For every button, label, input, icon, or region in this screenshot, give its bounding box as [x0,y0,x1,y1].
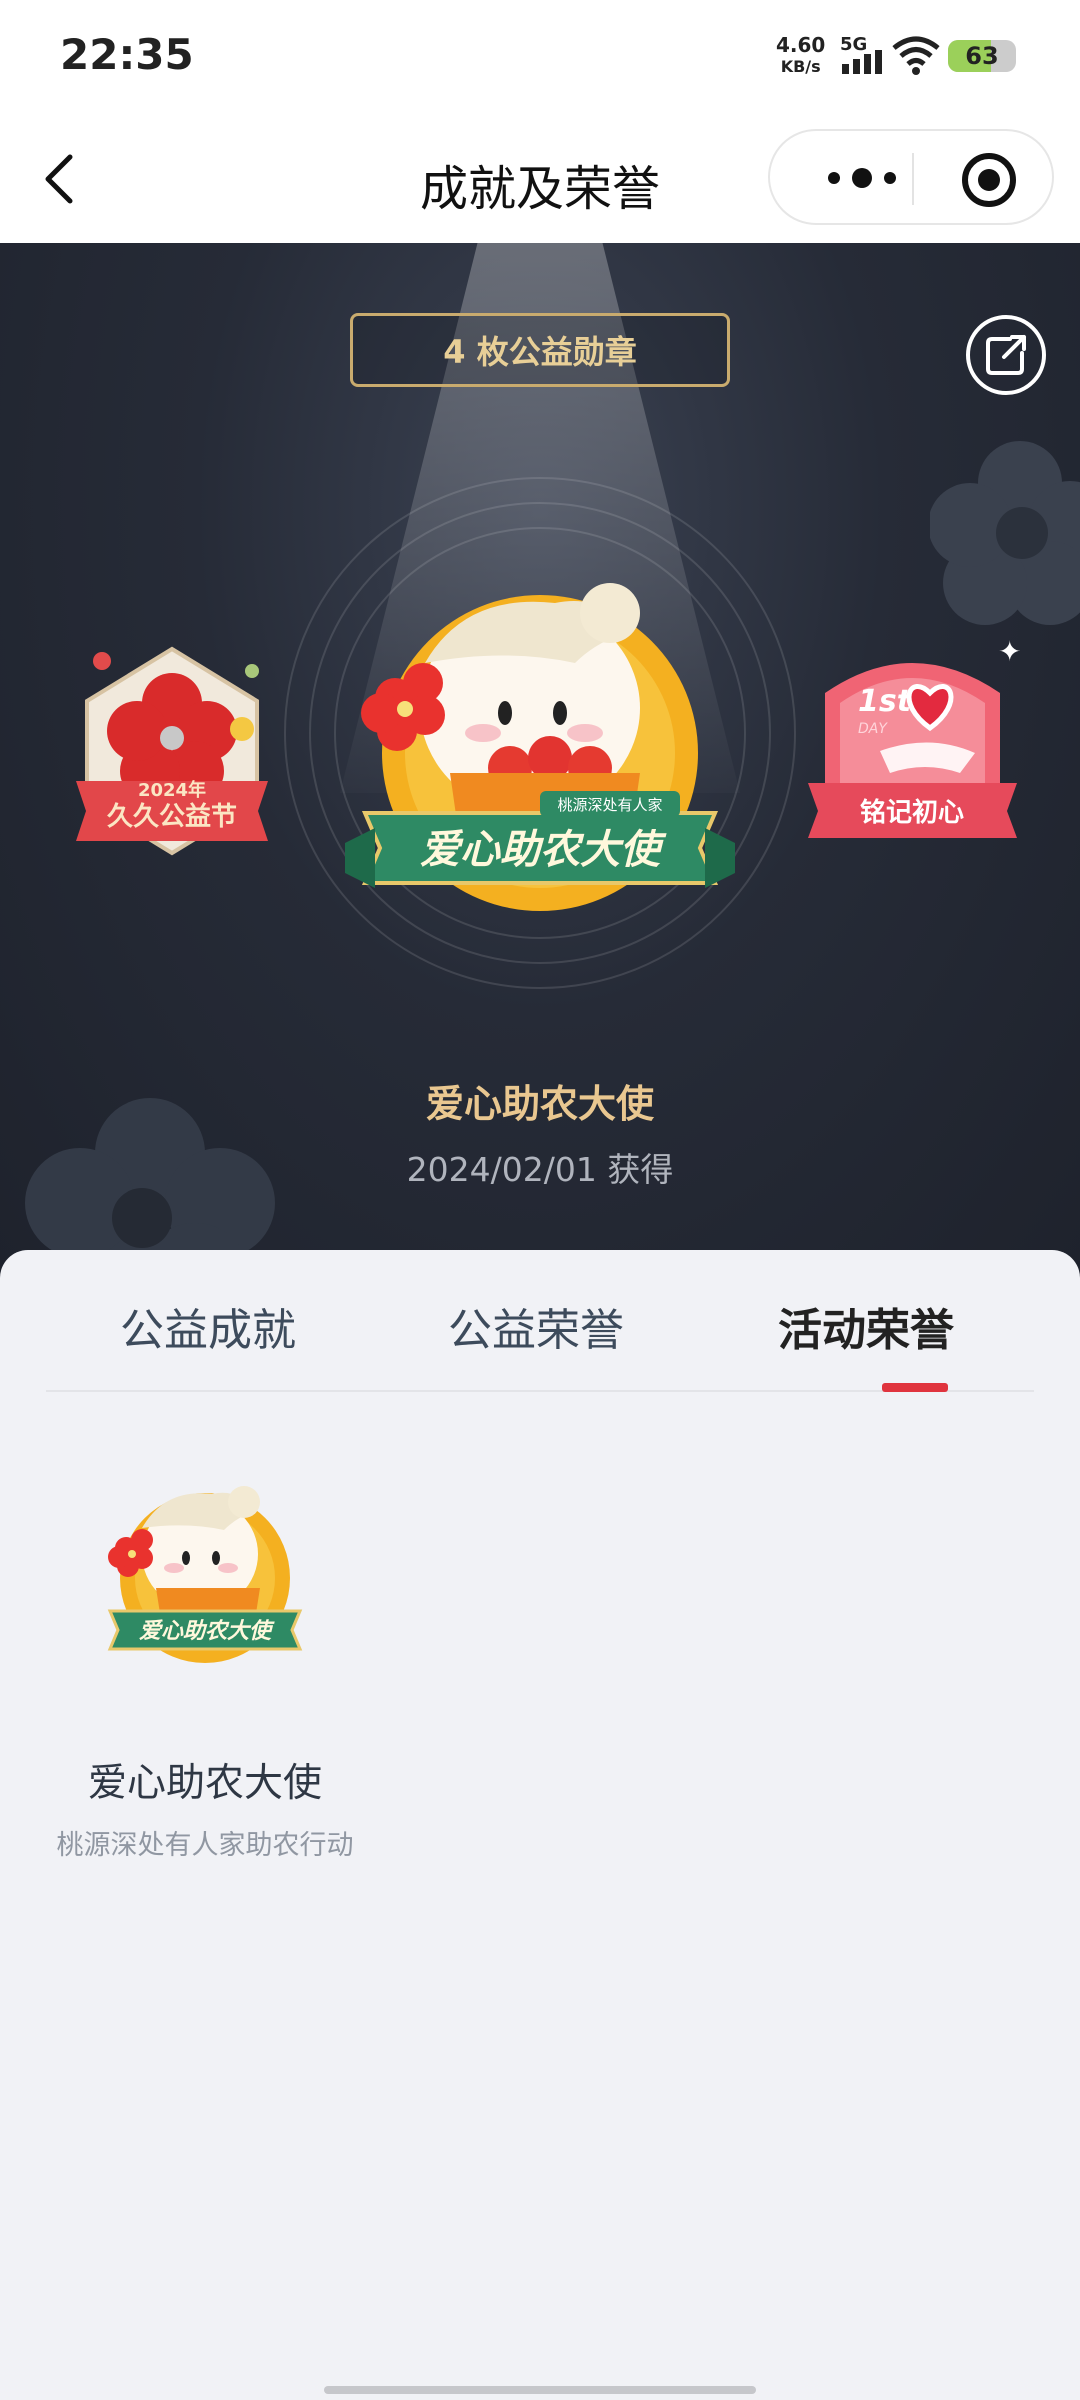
card-badge-ribbon: 爱心助农大使 [139,1618,275,1644]
battery-icon: 63 [948,40,1016,72]
tab-activity-honor[interactable]: 活动荣誉 [778,1294,954,1358]
honor-card-title: 爱心助农大使 [87,1761,322,1806]
honor-panel: 公益成就 公益荣誉 活动荣誉 爱心助农大使 爱心助农大使 桃源深处有人家助农行动 [0,1250,1080,2400]
miniapp-capsule [768,129,1054,225]
capsule-divider [912,153,914,205]
battery-label: 63 [965,42,999,70]
nav-bar: 成就及荣誉 [0,115,1080,243]
active-tab-indicator [882,1383,948,1392]
main-badge-tag: 桃源深处有人家 [557,796,662,814]
left-badge-text-top: 2024年 [138,779,206,801]
share-icon [986,335,1026,375]
share-button[interactable] [966,315,1046,395]
main-badge-ribbon: 爱心助农大使 [420,827,667,873]
selected-badge-name: 爱心助农大使 [425,1082,654,1126]
net-speed-value: 4.60 [776,33,826,57]
honor-card-subtitle: 桃源深处有人家助农行动 [56,1830,354,1861]
tab-charity-honor[interactable]: 公益荣誉 [448,1294,624,1358]
wifi-icon [892,36,940,75]
net-speed: 4.60 KB/s [776,34,825,78]
right-badge-text: 铭记初心 [860,798,964,828]
more-icon[interactable] [812,153,912,203]
signal-icon [842,50,882,74]
badge-jiujiu-festival[interactable]: 2024年 久久公益节 [62,641,282,861]
farm-aid-badge-icon: 爱心助农大使 [107,1486,303,1663]
badge-farm-aid-ambassador[interactable]: 桃源深处有人家 爱心助农大使 [345,543,735,963]
tab-charity-achievement[interactable]: 公益成就 [120,1294,296,1358]
left-badge-text: 久久公益节 [107,802,237,832]
home-indicator[interactable] [324,2386,756,2394]
right-badge-day: DAY [858,721,888,737]
net-speed-unit: KB/s [780,57,821,76]
close-miniapp-icon[interactable] [962,153,1016,207]
selected-badge-date: 2024/02/01 获得 [406,1150,674,1189]
status-time: 22:35 [60,30,194,79]
status-bar: 22:35 4.60 KB/s 5G 63 [0,0,1080,115]
medal-count-badge: 4 枚公益勋章 [350,313,730,387]
right-badge-corner: 1st [858,684,913,719]
badge-remember-original[interactable]: 1st DAY ✦ 铭记初心 [800,633,1025,863]
honor-tabs: 公益成就 公益荣誉 活动荣誉 [46,1250,1034,1392]
hero-showcase: 4 枚公益勋章 2024年 久久公益节 1st DAY ✦ 铭记初心 桃源深处有… [0,243,1080,1300]
svg-text:✦: ✦ [998,635,1021,668]
flower-decoration-icon [930,441,1080,625]
